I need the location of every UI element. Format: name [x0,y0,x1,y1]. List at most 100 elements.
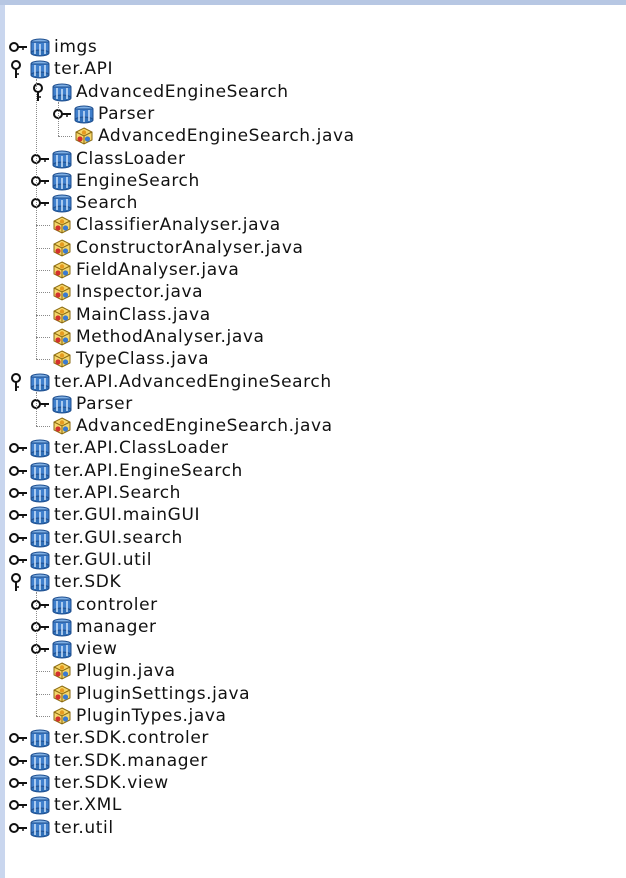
tree-row-package[interactable]: ter.API.Search [8,482,181,504]
java-file-icon [50,259,74,281]
tree-row-package[interactable]: ter.API [8,58,113,80]
tree-item-label: Parser [98,103,155,124]
java-file-icon [50,683,74,705]
tree-item-label: Search [76,193,139,214]
tree-row-package[interactable]: ClassLoader [30,148,186,170]
collapsed-handle-icon[interactable] [30,148,50,170]
tree-row-package[interactable]: EngineSearch [30,170,200,192]
tree-item-label: MainClass.java [76,304,211,325]
tree-row-file[interactable]: ConstructorAnalyser.java [30,237,304,259]
tree-row-package[interactable]: ter.GUI.util [8,549,152,571]
tree-row-package[interactable]: Parser [52,103,155,125]
package-icon [28,527,52,549]
tree-row-file[interactable]: MethodAnalyser.java [30,326,265,348]
collapsed-handle-icon[interactable] [8,437,28,459]
collapsed-handle-icon[interactable] [8,750,28,772]
tree-row-file[interactable]: ClassifierAnalyser.java [30,214,281,236]
java-file-icon [50,326,74,348]
package-icon [28,36,52,58]
tree-item-label: Inspector.java [76,282,204,303]
tree-row-file[interactable]: Inspector.java [30,281,203,303]
expanded-handle-icon[interactable] [8,58,28,80]
tree-row-package[interactable]: ter.API.ClassLoader [8,437,229,459]
tree-row-package[interactable]: ter.util [8,817,114,839]
java-file-icon [50,660,74,682]
tree-row-package[interactable]: ter.SDK.controler [8,727,209,749]
package-icon [28,727,52,749]
expanded-handle-icon[interactable] [8,371,28,393]
tree-item-label: ter.API.EngineSearch [54,460,243,481]
tree-connector-spacer [30,259,50,281]
tree-connector-line [58,101,59,137]
collapsed-handle-icon[interactable] [8,482,28,504]
collapsed-handle-icon[interactable] [52,103,72,125]
tree-connector-spacer [30,237,50,259]
tree-row-package[interactable]: ter.API.AdvancedEngineSearch [8,371,332,393]
tree-connector-spacer [30,304,50,326]
tree-row-file[interactable]: TypeClass.java [30,348,209,370]
tree-row-file[interactable]: Plugin.java [30,660,176,682]
tree-row-file[interactable]: AdvancedEngineSearch.java [30,415,333,437]
tree-item-label: Plugin.java [76,661,176,682]
tree-item-label: ClassLoader [76,148,186,169]
package-icon [28,58,52,80]
tree-row-package[interactable]: view [30,638,118,660]
tree-row-package[interactable]: ter.API.EngineSearch [8,460,243,482]
tree-item-label: manager [76,616,157,637]
tree-item-label: ter.API [54,59,114,80]
tree-row-package[interactable]: ter.GUI.mainGUI [8,504,200,526]
tree-row-file[interactable]: MainClass.java [30,304,211,326]
tree-row-file[interactable]: FieldAnalyser.java [30,259,239,281]
package-icon [28,549,52,571]
tree-row-file[interactable]: PluginSettings.java [30,683,250,705]
tree-row-package[interactable]: ter.SDK.manager [8,750,208,772]
tree-item-label: Parser [76,393,133,414]
package-icon [28,571,52,593]
tree-row-file[interactable]: PluginTypes.java [30,705,227,727]
package-icon [50,170,74,192]
expanded-handle-icon[interactable] [8,571,28,593]
tree-row-package[interactable]: imgs [8,36,97,58]
tree-row-package[interactable]: manager [30,616,157,638]
tree-row-package[interactable]: ter.XML [8,794,122,816]
collapsed-handle-icon[interactable] [30,616,50,638]
tree-connector-spacer [30,415,50,437]
tree-row-package[interactable]: Search [30,192,138,214]
tree-item-label: AdvancedEngineSearch.java [76,416,333,437]
collapsed-handle-icon[interactable] [8,549,28,571]
tree-item-label: ClassifierAnalyser.java [76,215,281,236]
collapsed-handle-icon[interactable] [8,794,28,816]
tree-item-label: TypeClass.java [76,349,210,370]
tree-item-label: ter.API.AdvancedEngineSearch [54,371,332,392]
tree-row-package[interactable]: Parser [30,393,133,415]
collapsed-handle-icon[interactable] [8,817,28,839]
collapsed-handle-icon[interactable] [8,36,28,58]
tree-connector-line [36,391,37,427]
java-file-icon [50,348,74,370]
tree-row-package[interactable]: ter.SDK [8,571,121,593]
tree-row-file[interactable]: AdvancedEngineSearch.java [52,125,355,147]
tree-row-package[interactable]: ter.GUI.search [8,527,183,549]
collapsed-handle-icon[interactable] [8,527,28,549]
collapsed-handle-icon[interactable] [8,460,28,482]
collapsed-handle-icon[interactable] [8,504,28,526]
collapsed-handle-icon[interactable] [8,727,28,749]
expanded-handle-icon[interactable] [30,81,50,103]
collapsed-handle-icon[interactable] [30,594,50,616]
collapsed-handle-icon[interactable] [30,192,50,214]
tree-item-label: FieldAnalyser.java [76,260,240,280]
tree-connector-spacer [30,214,50,236]
tree-item-label: PluginTypes.java [76,706,227,726]
collapsed-handle-icon[interactable] [30,638,50,660]
collapsed-handle-icon[interactable] [30,170,50,192]
package-tree: imgs ter.API AdvancedEngineSearch Parser Adv… [0,0,626,878]
collapsed-handle-icon[interactable] [8,772,28,794]
tree-item-label: MethodAnalyser.java [76,326,265,347]
tree-row-package[interactable]: AdvancedEngineSearch [30,81,289,103]
tree-row-package[interactable]: ter.SDK.view [8,772,169,794]
collapsed-handle-icon[interactable] [30,393,50,415]
tree-row-package[interactable]: controler [30,594,158,616]
tree-item-label: ter.API.ClassLoader [54,438,229,459]
package-icon [28,794,52,816]
package-icon [50,594,74,616]
